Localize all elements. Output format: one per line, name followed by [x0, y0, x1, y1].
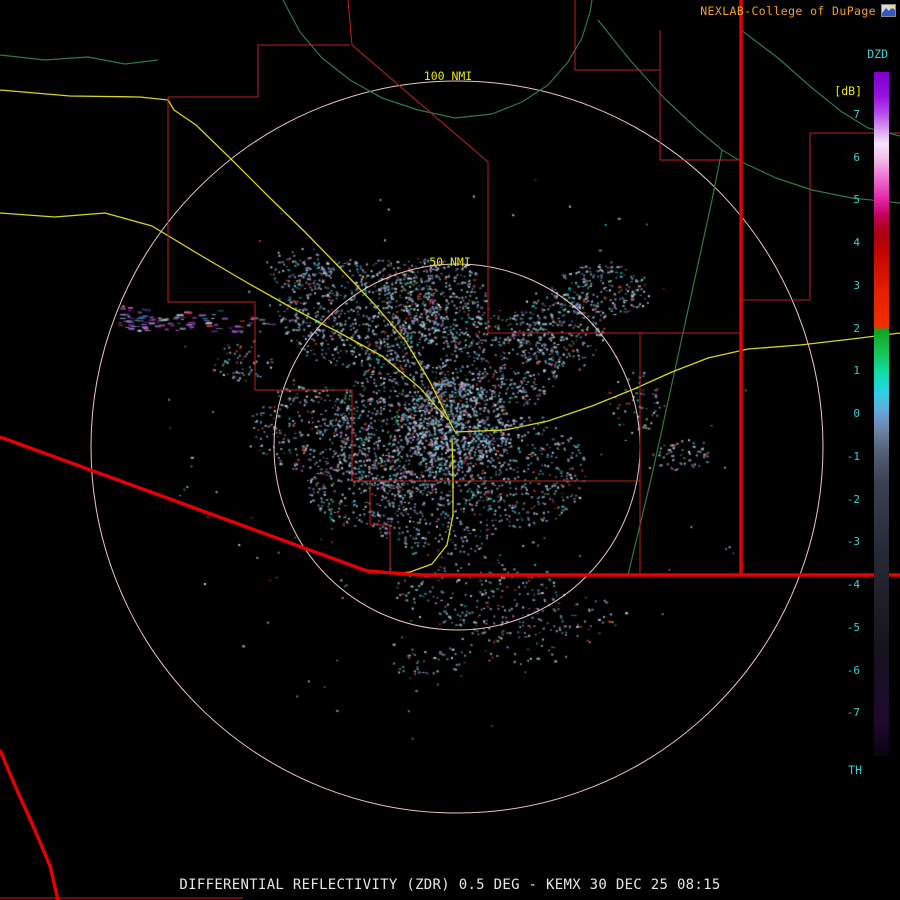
- colorbar-tick: -5: [830, 621, 860, 635]
- colorbar-tick: -3: [830, 535, 860, 549]
- river-line: [283, 0, 592, 118]
- colorbar-tick: 0: [830, 407, 860, 421]
- county-border-line: [660, 30, 741, 160]
- county-border-line: [258, 45, 350, 97]
- cod-logo-icon: [881, 2, 896, 15]
- colorbar-tick: 5: [830, 193, 860, 207]
- map-overlay: [0, 0, 900, 900]
- colorbar-tick: -2: [830, 493, 860, 507]
- river-line: [0, 55, 158, 64]
- county-border-line: [352, 481, 390, 573]
- colorbar-tick: 2: [830, 322, 860, 336]
- colorbar-tick: -4: [830, 578, 860, 592]
- colorbar-tick: -6: [830, 664, 860, 678]
- colorbar-tick: -7: [830, 706, 860, 720]
- colorbar-gradient: [874, 72, 889, 756]
- colorbar-bottom-label: TH: [834, 763, 862, 777]
- site-title: NEXLAB-College of DuPage: [700, 4, 876, 18]
- colorbar-tick: 1: [830, 364, 860, 378]
- range-ring: [91, 81, 823, 813]
- colorbar-tick: 7: [830, 108, 860, 122]
- range-ring-label: 100 NMI: [424, 69, 472, 83]
- colorbar-tick: -1: [830, 450, 860, 464]
- highway-line: [0, 90, 455, 432]
- state-border-line: [0, 437, 900, 575]
- range-ring-label: 50 NMI: [429, 255, 471, 269]
- highway-line: [0, 213, 448, 420]
- colorbar-tick: 6: [830, 151, 860, 165]
- product-caption: DIFFERENTIAL REFLECTIVITY (ZDR) 0.5 DEG …: [0, 877, 900, 893]
- colorbar-tick: 3: [830, 279, 860, 293]
- county-border-line: [575, 0, 660, 70]
- county-border-line: [168, 97, 352, 481]
- colorbar-tick: 4: [830, 236, 860, 250]
- radar-display: 100 NMI 50 NMI NEXLAB-College of DuPage D…: [0, 0, 900, 900]
- river-line: [628, 150, 722, 575]
- colorbar-units-label: [dB]: [824, 84, 862, 98]
- colorbar-product-label: DZD: [852, 47, 888, 61]
- highway-line: [390, 438, 453, 574]
